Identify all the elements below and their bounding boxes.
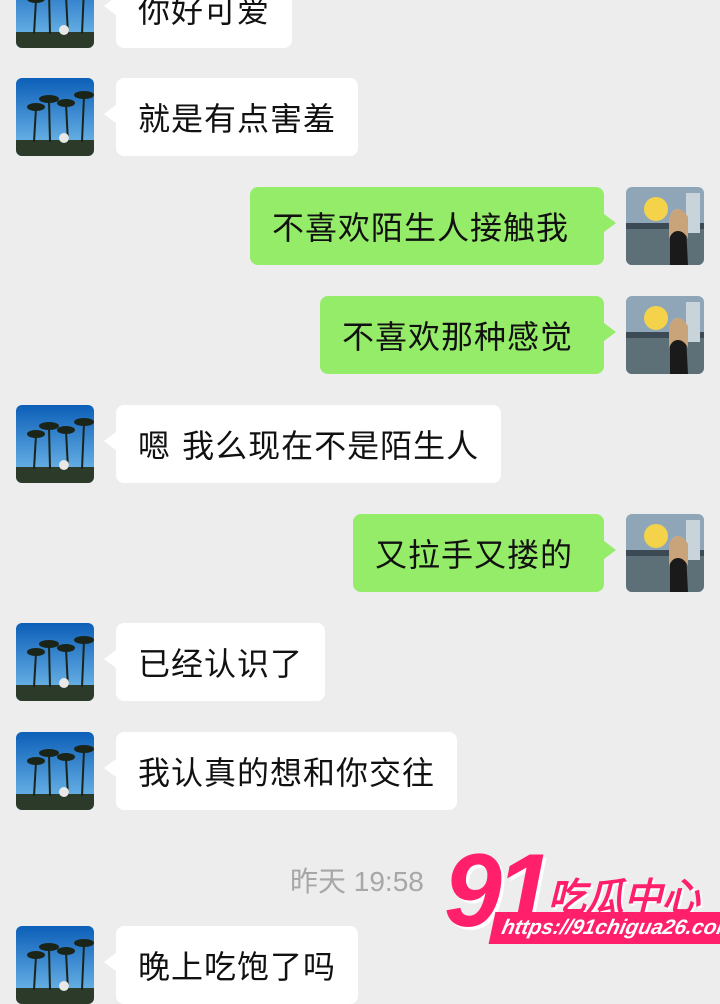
- woman-photo-avatar-icon: [626, 514, 704, 592]
- self-avatar[interactable]: [626, 514, 704, 592]
- message-text: 不喜欢陌生人接触我: [272, 209, 570, 247]
- woman-photo-avatar-icon: [626, 187, 704, 265]
- contact-avatar[interactable]: [16, 623, 94, 701]
- contact-avatar[interactable]: [16, 405, 94, 483]
- contact-avatar[interactable]: [16, 78, 94, 156]
- message-text: 你好可爱: [138, 0, 271, 30]
- message-bubble-outgoing[interactable]: 又拉手又搂的: [353, 514, 616, 592]
- message-bubble-incoming[interactable]: 已经认识了: [103, 623, 326, 701]
- message-bubble-incoming[interactable]: 就是有点害羞: [103, 78, 359, 156]
- watermark-url: https://91chigua26.com: [488, 912, 720, 944]
- message-bubble-incoming[interactable]: 我认真的想和你交往: [103, 732, 458, 810]
- message-bubble-incoming[interactable]: 晚上吃饱了吗: [103, 926, 359, 1004]
- message-bubble-outgoing[interactable]: 不喜欢那种感觉: [320, 296, 616, 374]
- palm-trees-avatar-icon: [16, 78, 94, 156]
- palm-trees-avatar-icon: [16, 405, 94, 483]
- message-text: 嗯 我么现在不是陌生人: [138, 427, 480, 465]
- message-timestamp: 昨天 19:58: [290, 866, 424, 897]
- self-avatar[interactable]: [626, 296, 704, 374]
- palm-trees-avatar-icon: [16, 623, 94, 701]
- message-bubble-incoming[interactable]: 你好可爱: [103, 0, 293, 48]
- palm-trees-avatar-icon: [16, 926, 94, 1004]
- contact-avatar[interactable]: [16, 0, 94, 48]
- palm-trees-avatar-icon: [16, 732, 94, 810]
- self-avatar[interactable]: [626, 187, 704, 265]
- contact-avatar[interactable]: [16, 732, 94, 810]
- message-text: 又拉手又搂的: [375, 536, 574, 574]
- message-text: 晚上吃饱了吗: [138, 948, 337, 986]
- message-bubble-outgoing[interactable]: 不喜欢陌生人接触我: [250, 187, 616, 265]
- watermark: 91 吃瓜中心 https://91chigua26.com: [444, 833, 720, 960]
- woman-photo-avatar-icon: [626, 296, 704, 374]
- message-text: 我认真的想和你交往: [138, 754, 436, 792]
- message-text: 就是有点害羞: [138, 100, 337, 138]
- message-text: 不喜欢那种感觉: [342, 318, 574, 356]
- message-bubble-incoming[interactable]: 嗯 我么现在不是陌生人: [103, 405, 502, 483]
- message-text: 已经认识了: [138, 645, 304, 683]
- contact-avatar[interactable]: [16, 926, 94, 1004]
- palm-trees-avatar-icon: [16, 0, 94, 48]
